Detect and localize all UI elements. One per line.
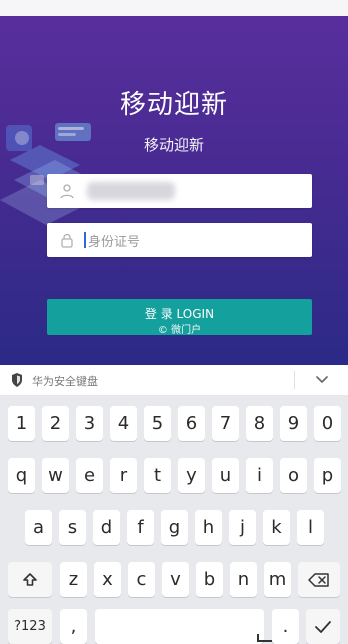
key-i[interactable]: i xyxy=(246,458,273,493)
text-cursor xyxy=(84,232,86,248)
space-key[interactable] xyxy=(95,609,293,644)
symbols-key[interactable]: ?123 xyxy=(8,609,52,644)
user-icon xyxy=(60,184,74,199)
key-7[interactable]: 7 xyxy=(212,406,239,441)
keyboard-toolbar: 华为安全键盘 xyxy=(0,365,348,396)
key-m[interactable]: m xyxy=(264,562,291,597)
key-j[interactable]: j xyxy=(229,510,256,545)
key-r[interactable]: r xyxy=(110,458,137,493)
login-subtitle: © 微门户 xyxy=(157,325,202,336)
idcard-field[interactable]: 身份证号 xyxy=(47,223,312,257)
key-a[interactable]: a xyxy=(25,510,52,545)
key-w[interactable]: w xyxy=(42,458,69,493)
key-s[interactable]: s xyxy=(59,510,86,545)
key-l[interactable]: l xyxy=(297,510,324,545)
key-k[interactable]: k xyxy=(263,510,290,545)
key-d[interactable]: d xyxy=(93,510,120,545)
key-b[interactable]: b xyxy=(196,562,223,597)
period-key[interactable]: . xyxy=(272,609,299,644)
toolbar-separator xyxy=(294,371,295,389)
redacted-username-value xyxy=(87,182,175,200)
username-field[interactable] xyxy=(47,174,312,208)
checkmark-icon xyxy=(315,620,331,633)
key-1[interactable]: 1 xyxy=(8,406,35,441)
key-z[interactable]: z xyxy=(60,562,87,597)
key-4[interactable]: 4 xyxy=(110,406,137,441)
key-c[interactable]: c xyxy=(128,562,155,597)
key-6[interactable]: 6 xyxy=(178,406,205,441)
page-title: 移动迎新 xyxy=(119,90,228,120)
page-subtitle: 移动迎新 xyxy=(143,136,204,154)
key-p[interactable]: p xyxy=(314,458,341,493)
key-g[interactable]: g xyxy=(161,510,188,545)
key-5[interactable]: 5 xyxy=(144,406,171,441)
shield-icon xyxy=(12,373,22,387)
key-n[interactable]: n xyxy=(230,562,257,597)
backspace-key[interactable] xyxy=(298,562,340,597)
chevron-down-icon[interactable] xyxy=(314,373,330,387)
key-8[interactable]: 8 xyxy=(246,406,273,441)
key-t[interactable]: t xyxy=(144,458,171,493)
key-o[interactable]: o xyxy=(280,458,307,493)
key-v[interactable]: v xyxy=(162,562,189,597)
lock-icon xyxy=(61,233,73,248)
key-u[interactable]: u xyxy=(212,458,239,493)
key-x[interactable]: x xyxy=(94,562,121,597)
comma-key[interactable]: , xyxy=(60,609,87,644)
backspace-icon xyxy=(308,572,329,587)
key-f[interactable]: f xyxy=(127,510,154,545)
key-2[interactable]: 2 xyxy=(42,406,69,441)
idcard-placeholder: 身份证号 xyxy=(88,235,141,250)
key-q[interactable]: q xyxy=(8,458,35,493)
login-label: 登 录 LOGIN xyxy=(144,307,215,321)
key-3[interactable]: 3 xyxy=(76,406,103,441)
key-y[interactable]: y xyxy=(178,458,205,493)
key-h[interactable]: h xyxy=(195,510,222,545)
key-0[interactable]: 0 xyxy=(314,406,341,441)
login-button[interactable]: 登 录 LOGIN © 微门户 xyxy=(47,299,312,336)
key-9[interactable]: 9 xyxy=(280,406,307,441)
soft-keyboard: 1 2 3 4 5 6 7 8 9 0 q w e r t y u i o p … xyxy=(0,396,348,644)
key-e[interactable]: e xyxy=(76,458,103,493)
top-status-strip xyxy=(0,0,348,16)
shift-icon xyxy=(23,572,37,586)
keyboard-brand-label: 华为安全键盘 xyxy=(32,375,98,388)
enter-key[interactable] xyxy=(306,609,340,644)
shift-key[interactable] xyxy=(8,562,52,597)
